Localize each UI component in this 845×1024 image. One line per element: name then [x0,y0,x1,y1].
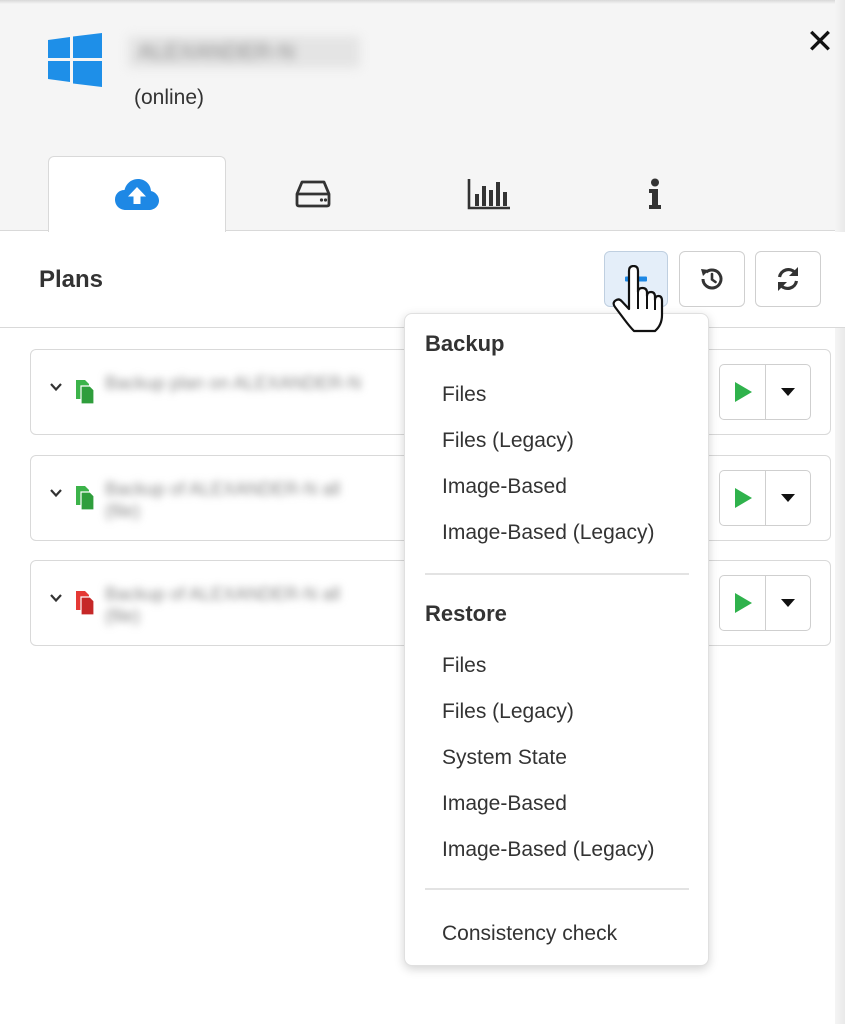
run-options-button[interactable] [766,576,810,630]
plans-title: Plans [39,266,104,293]
run-button-group [719,575,811,631]
file-backup-icon [76,380,95,405]
plan-name: Backup plan on ALEXANDER-N [105,373,362,393]
play-icon [734,488,752,508]
menu-item-restore-system-state[interactable]: System State [442,746,567,770]
hard-drive-icon [295,180,331,208]
chevron-down-icon[interactable] [49,591,65,607]
tab-statistics[interactable] [400,156,578,232]
menu-header-restore: Restore [425,601,507,626]
menu-item-restore-image-based-legacy[interactable]: Image-Based (Legacy) [442,838,654,862]
run-button-group [719,470,811,526]
menu-header-backup: Backup [425,331,505,356]
run-plan-button[interactable] [720,471,766,525]
host-name: ALEXANDER-N [128,36,360,68]
run-plan-button[interactable] [720,365,766,419]
menu-item-restore-files-legacy[interactable]: Files (Legacy) [442,700,574,724]
menu-item-restore-image-based[interactable]: Image-Based [442,792,567,816]
menu-divider [425,573,689,575]
run-button-group [719,364,811,420]
history-icon [701,268,723,290]
menu-item-backup-files-legacy[interactable]: Files (Legacy) [442,429,574,453]
run-plan-button[interactable] [720,576,766,630]
file-backup-icon [76,486,95,511]
menu-item-backup-files[interactable]: Files [442,383,486,407]
top-shadow [0,0,845,4]
windows-logo-icon [48,33,102,87]
menu-item-restore-files[interactable]: Files [442,654,486,678]
computer-details-panel: ALEXANDER-N (online) ✕ Plans Backup plan… [0,0,845,1024]
tab-info[interactable] [566,156,744,232]
run-options-button[interactable] [766,365,810,419]
run-options-button[interactable] [766,471,810,525]
menu-item-consistency-check[interactable]: Consistency check [442,922,617,946]
caret-down-icon [781,388,795,396]
host-status: (online) [134,86,205,109]
tab-plans[interactable] [48,156,226,233]
play-icon [734,382,752,402]
add-plan-menu: Backup Files Files (Legacy) Image-Based … [404,313,709,966]
file-backup-error-icon [76,591,95,616]
close-icon: ✕ [805,23,835,61]
chevron-down-icon[interactable] [49,380,65,396]
chevron-down-icon[interactable] [49,486,65,502]
scroll-edge [835,0,845,1024]
close-button[interactable]: ✕ [802,23,838,61]
plan-name: Backup of ALEXANDER-N all (file) [105,584,341,626]
refresh-icon [777,267,799,291]
hand-pointer-cursor-icon [612,265,664,333]
play-icon [734,593,752,613]
plan-name: Backup of ALEXANDER-N all (file) [105,479,341,521]
menu-divider [425,888,689,890]
menu-item-backup-image-based-legacy[interactable]: Image-Based (Legacy) [442,521,654,545]
menu-item-backup-image-based[interactable]: Image-Based [442,475,567,499]
caret-down-icon [781,599,795,607]
info-icon [649,178,661,209]
tab-storage[interactable] [224,156,402,232]
refresh-button[interactable] [755,251,821,307]
cloud-upload-icon [115,179,159,210]
bar-chart-icon [467,179,510,210]
history-button[interactable] [679,251,745,307]
caret-down-icon [781,494,795,502]
